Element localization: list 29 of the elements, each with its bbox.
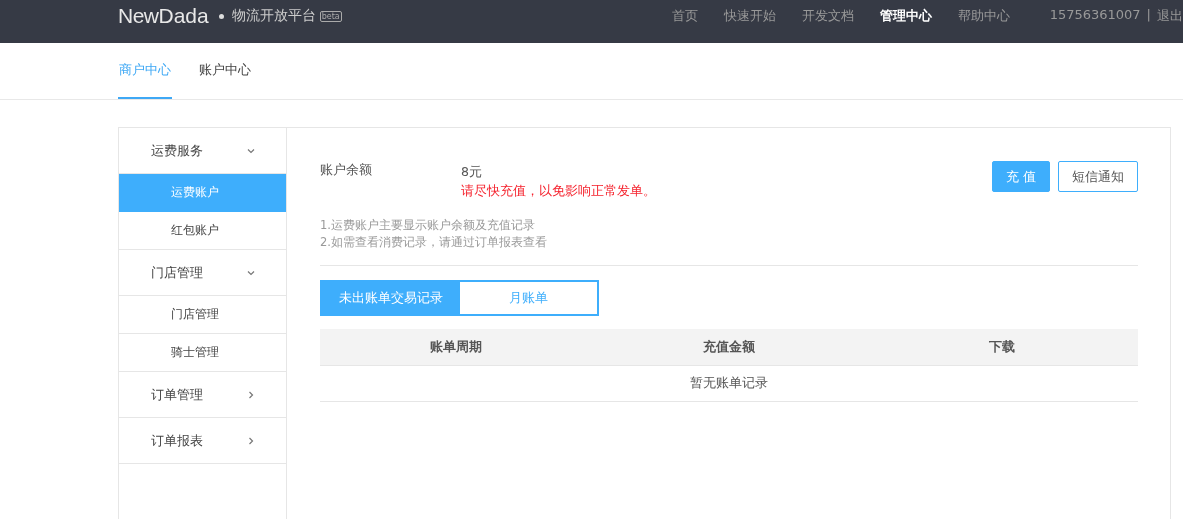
- balance-amount: 8元: [461, 163, 483, 181]
- beta-badge: beta: [319, 10, 342, 22]
- nav-link[interactable]: 首页: [671, 7, 698, 25]
- sidebar-group[interactable]: 订单管理: [119, 372, 286, 418]
- column-header: 下载: [987, 337, 1016, 356]
- sidebar-item[interactable]: 门店管理: [119, 296, 286, 334]
- dot-icon: [218, 13, 224, 19]
- column-header: 账单周期: [429, 337, 484, 356]
- balance-label: 账户余额: [320, 161, 373, 179]
- sms-button[interactable]: 短信通知: [1058, 161, 1138, 192]
- separator: |: [1146, 7, 1151, 24]
- nav-link[interactable]: 快速开始: [723, 7, 776, 25]
- nav-link[interactable]: 管理中心: [879, 7, 932, 25]
- note-text: 1.运费账户主要显示账户余额及充值记录: [320, 217, 536, 234]
- sidebar-group[interactable]: 门店管理: [119, 250, 286, 296]
- sidebar-group[interactable]: 订单报表: [119, 418, 286, 464]
- sidebar-item[interactable]: 红包账户: [119, 212, 286, 250]
- warning-text: 请尽快充值，以免影响正常发单。: [461, 182, 657, 200]
- empty-message: 暂无账单记录: [320, 366, 1138, 402]
- column-header: 充值金额: [702, 337, 756, 356]
- logo[interactable]: NewDada: [118, 4, 209, 28]
- phone-number: 15756361007: [1049, 7, 1141, 24]
- subnav-tab[interactable]: 账户中心: [198, 43, 252, 99]
- logout-link[interactable]: 退出: [1157, 7, 1183, 25]
- nav-link[interactable]: 开发文档: [801, 7, 854, 25]
- platform-title: 物流开放平台: [231, 7, 316, 25]
- note-text: 2.如需查看消费记录，请通过订单报表查看: [320, 234, 548, 251]
- nav-link[interactable]: 帮助中心: [957, 7, 1010, 25]
- sidebar-item[interactable]: 骑士管理: [119, 334, 286, 372]
